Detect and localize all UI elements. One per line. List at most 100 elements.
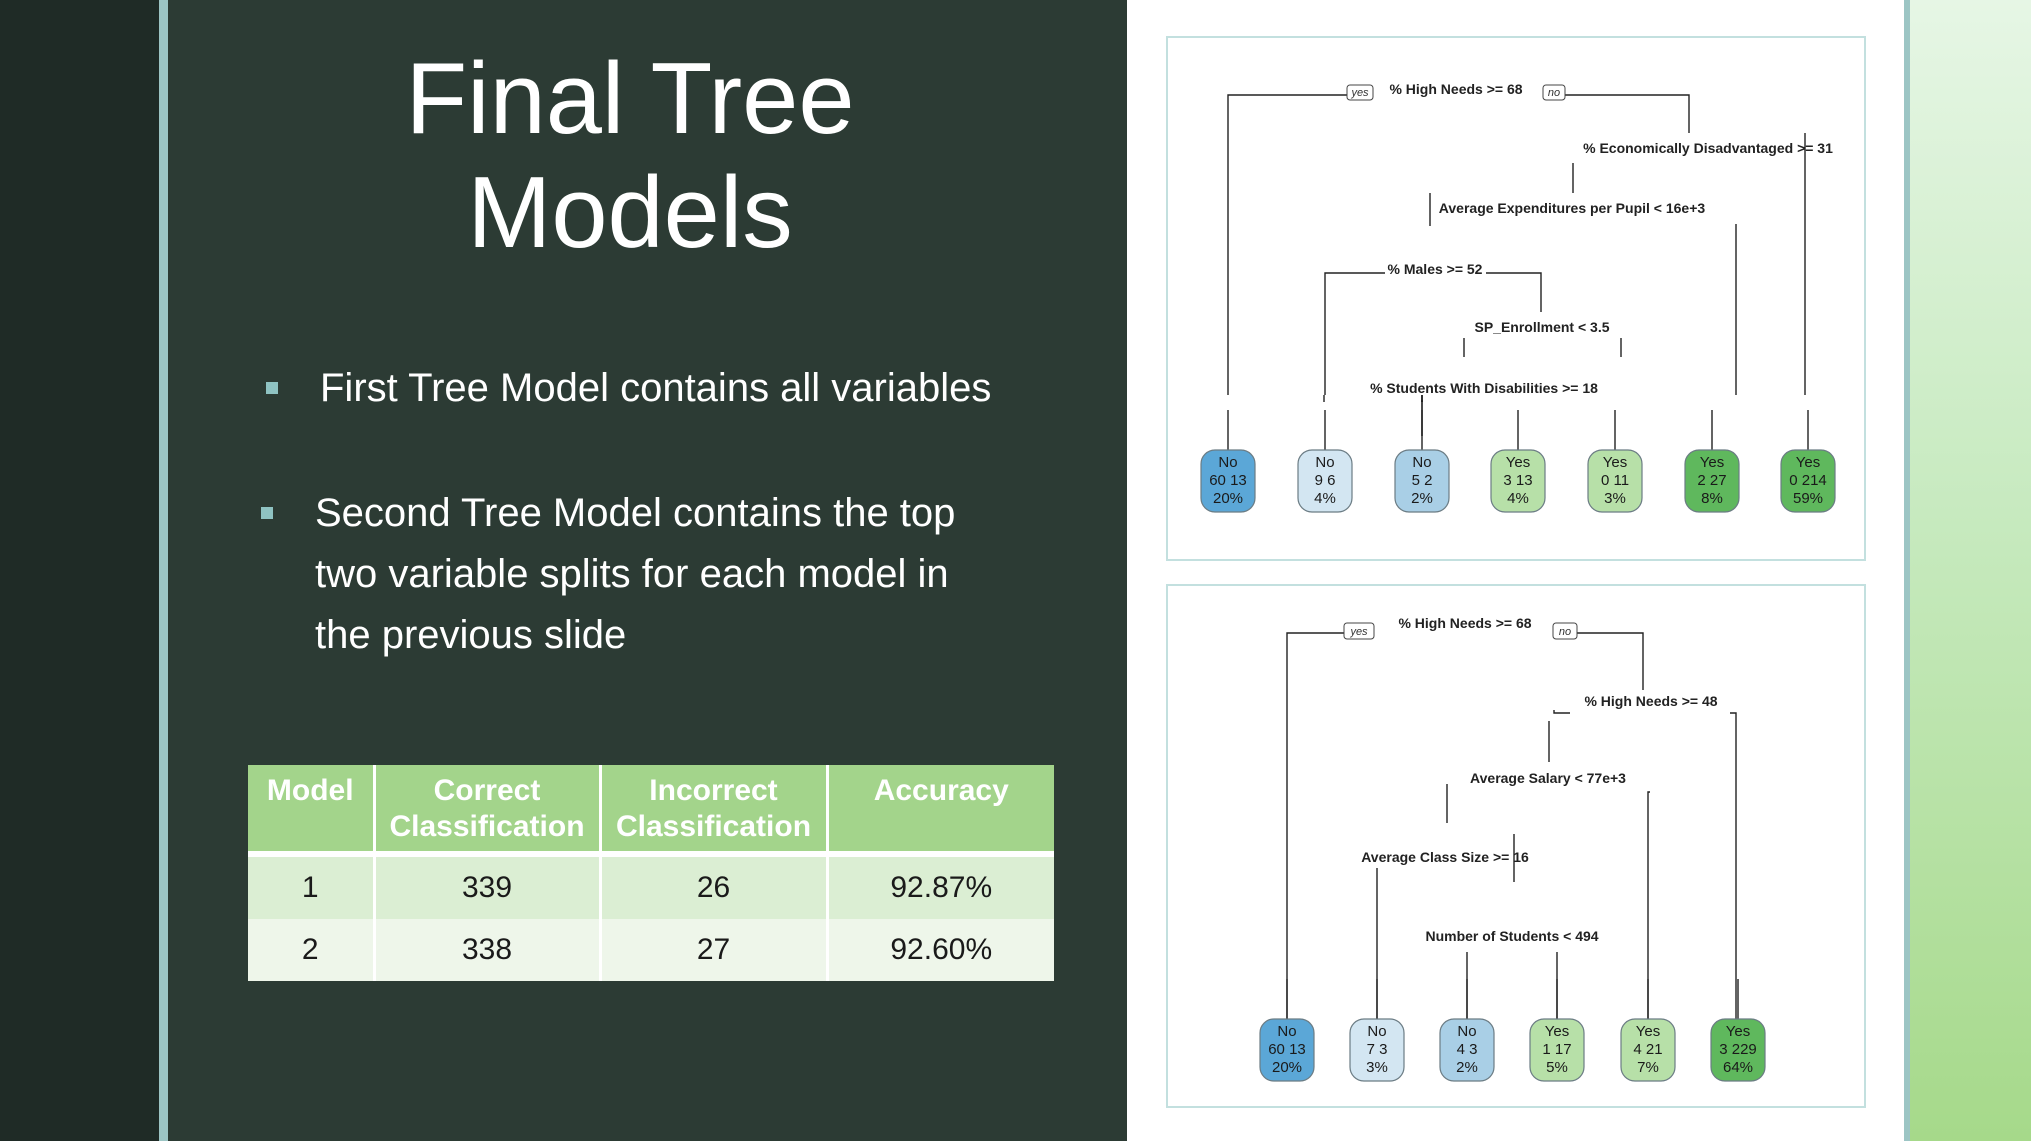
table-cell: 26: [600, 854, 829, 919]
tree-leaf-counts: 0 214: [1789, 472, 1827, 489]
tree-leaf-counts: 1 17: [1542, 1041, 1571, 1058]
table-header-cell: Model: [248, 765, 376, 857]
tree-leaf-percent: 7%: [1637, 1059, 1659, 1076]
tree-2-edges: [1286, 632, 1737, 1023]
slide-title: Final Tree Models: [300, 42, 960, 270]
bullet-item: Second Tree Model contains the top two v…: [261, 483, 956, 666]
table-cell: 27: [600, 919, 829, 981]
tree-leaf-node: Yes4 217%: [1620, 979, 1676, 1082]
table-cell: 92.60%: [827, 919, 1054, 981]
slide-title-line-2: Models: [467, 157, 793, 269]
tree-leaf-class: No: [1277, 1023, 1296, 1040]
tree-leaf-node: Yes3 134%: [1490, 410, 1546, 513]
bullet-text-line: Second Tree Model contains the top: [315, 491, 956, 535]
tree-diagram-2: yes no % High Needs >= 68 % High Needs >…: [1166, 584, 1866, 1108]
tree-leaf-class: No: [1315, 454, 1334, 471]
tree-1-edges-bottom: [1323, 395, 1423, 402]
tree-leaf-class: Yes: [1545, 1023, 1569, 1040]
tree-leaf-counts: 60 13: [1209, 472, 1247, 489]
tree-leaf-class: Yes: [1796, 454, 1820, 471]
tree-leaf-counts: 9 6: [1315, 472, 1336, 489]
tree-leaf-class: Yes: [1506, 454, 1530, 471]
tree-1-no-label: no: [1548, 87, 1560, 99]
tree-leaf-counts: 3 13: [1503, 472, 1532, 489]
tree-2-split-1: % High Needs >= 68: [1398, 615, 1531, 631]
tree-2-svg: yes no % High Needs >= 68 % High Needs >…: [1259, 615, 1766, 1082]
bullet-text-line: two variable splits for each model in: [315, 552, 949, 596]
tree-1-svg: yes no % High Needs >= 68 % Economically…: [1200, 81, 1836, 513]
tree-leaf-class: Yes: [1700, 454, 1724, 471]
table-cell: 1: [248, 854, 376, 919]
tree-leaf-counts: 0 11: [1601, 472, 1629, 489]
tree-leaf-class: No: [1457, 1023, 1476, 1040]
table-header-cell: Accuracy: [827, 765, 1054, 857]
tree-leaf-node: No9 64%: [1297, 410, 1353, 513]
table-row: 2 338 27 92.60%: [248, 919, 1054, 981]
tree-leaf-node: Yes3 22964%: [1710, 979, 1766, 1082]
bullet-text-line: the previous slide: [315, 613, 627, 657]
tree-2-split-3: Average Salary < 77e+3: [1470, 770, 1626, 786]
tree-leaf-counts: 4 21: [1633, 1041, 1662, 1058]
results-table: Model Correct Classification Incorrect C…: [248, 765, 1054, 981]
tree-1-split-3: Average Expenditures per Pupil < 16e+3: [1439, 200, 1706, 216]
tree-2-split-4: Average Class Size >= 16: [1361, 849, 1529, 865]
right-decoration: [1904, 0, 2031, 1141]
tree-1-yes-label: yes: [1350, 87, 1369, 99]
bullet-square-icon: [261, 507, 273, 519]
tree-leaf-class: Yes: [1726, 1023, 1750, 1040]
tree-1-split-6: % Students With Disabilities >= 18: [1370, 380, 1598, 396]
tree-leaf-counts: 3 229: [1719, 1041, 1757, 1058]
table-cell: 338: [374, 919, 602, 981]
table-header-cell: Incorrect Classification: [600, 765, 829, 857]
table-cell: 92.87%: [827, 854, 1054, 919]
tree-leaf-percent: 8%: [1701, 490, 1723, 507]
tree-leaf-percent: 20%: [1213, 490, 1243, 507]
tree-leaf-node: No60 1320%: [1259, 979, 1315, 1082]
left-strip: [0, 0, 159, 1141]
tree-2-no-label: no: [1559, 626, 1571, 638]
table-cell: 2: [248, 919, 376, 981]
bullet-text: First Tree Model contains all variables: [320, 366, 992, 410]
accent-bar: [159, 0, 168, 1141]
tree-leaf-node: Yes2 278%: [1684, 410, 1740, 513]
tree-1-leaves: No60 1320%No9 64%No5 22%Yes3 134%Yes0 11…: [1200, 410, 1836, 513]
tree-1-split-5: SP_Enrollment < 3.5: [1475, 319, 1610, 335]
tree-2-leaves: No60 1320%No7 33%No4 32%Yes1 175%Yes4 21…: [1259, 979, 1766, 1082]
tree-leaf-counts: 2 27: [1697, 472, 1726, 489]
table-row: 1 339 26 92.87%: [248, 854, 1054, 919]
tree-1-split-4: % Males >= 52: [1388, 261, 1483, 277]
tree-leaf-class: No: [1412, 454, 1431, 471]
tree-leaf-node: No7 33%: [1349, 979, 1405, 1082]
table-header-cell: Correct Classification: [374, 765, 602, 857]
tree-leaf-counts: 5 2: [1412, 472, 1433, 489]
tree-leaf-class: No: [1218, 454, 1237, 471]
bullet-square-icon: [266, 382, 278, 394]
tree-2-yes-label: yes: [1349, 626, 1368, 638]
tree-leaf-counts: 7 3: [1367, 1041, 1388, 1058]
tree-leaf-node: No60 1320%: [1200, 410, 1256, 513]
right-accent-bar: [1904, 0, 1910, 1141]
tree-leaf-class: Yes: [1603, 454, 1627, 471]
table-header-row: Model Correct Classification Incorrect C…: [248, 765, 1054, 857]
bullet-item: First Tree Model contains all variables: [266, 358, 992, 419]
tree-leaf-percent: 59%: [1793, 490, 1823, 507]
tree-diagram-1: yes no % High Needs >= 68 % Economically…: [1166, 36, 1866, 561]
tree-leaf-percent: 4%: [1507, 490, 1529, 507]
tree-leaf-class: Yes: [1636, 1023, 1660, 1040]
tree-leaf-node: No4 32%: [1439, 979, 1495, 1082]
tree-leaf-node: Yes0 21459%: [1780, 410, 1836, 513]
tree-1-split-2: % Economically Disadvantaged >= 31: [1583, 140, 1833, 156]
tree-leaf-counts: 4 3: [1457, 1041, 1478, 1058]
tree-leaf-node: No5 22%: [1394, 410, 1450, 513]
tree-leaf-class: No: [1367, 1023, 1386, 1040]
tree-2-split-2: % High Needs >= 48: [1584, 693, 1717, 709]
tree-leaf-percent: 20%: [1272, 1059, 1302, 1076]
tree-leaf-counts: 60 13: [1268, 1041, 1306, 1058]
table-cell: 339: [374, 854, 602, 919]
tree-leaf-node: Yes0 113%: [1587, 410, 1643, 513]
tree-leaf-percent: 2%: [1456, 1059, 1478, 1076]
tree-leaf-percent: 64%: [1723, 1059, 1753, 1076]
tree-leaf-percent: 4%: [1314, 490, 1336, 507]
tree-leaf-percent: 2%: [1411, 490, 1433, 507]
tree-2-split-5: Number of Students < 494: [1425, 928, 1598, 944]
